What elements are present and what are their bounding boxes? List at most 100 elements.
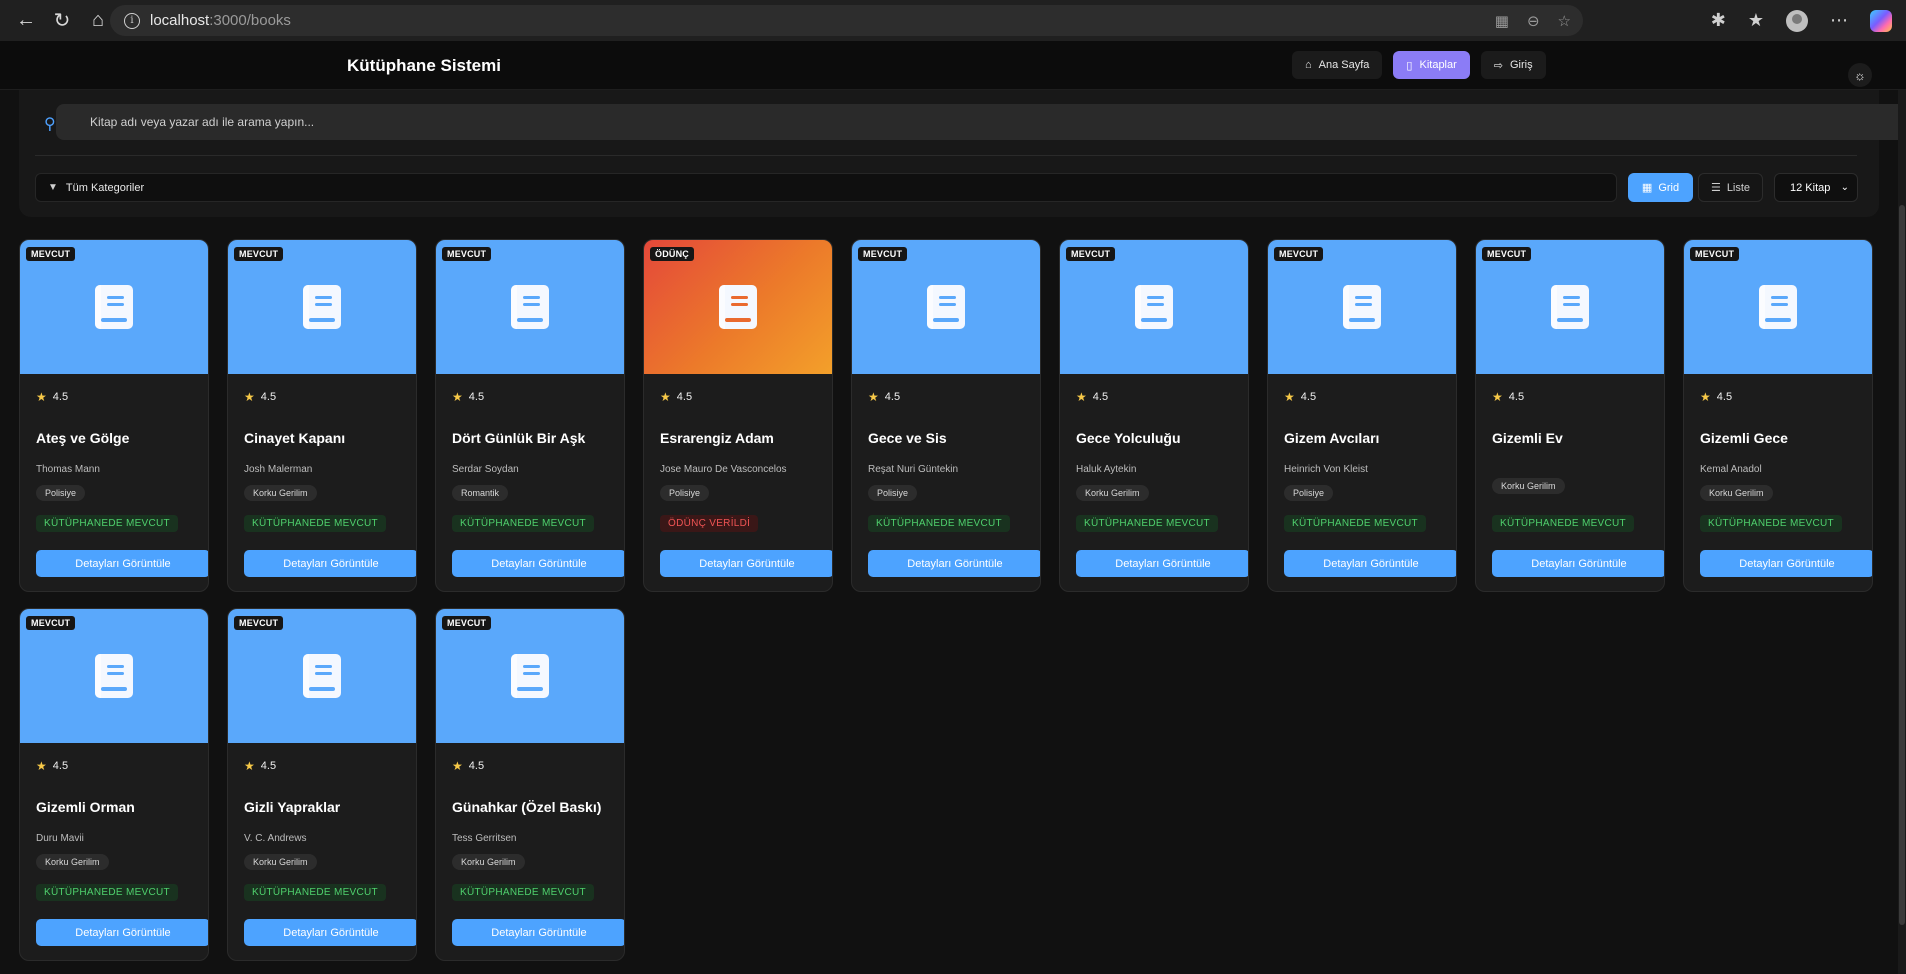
book-icon bbox=[95, 654, 133, 698]
grid-view-button[interactable]: ▦ Grid bbox=[1628, 173, 1693, 202]
view-details-button[interactable]: Detayları Görüntüle bbox=[36, 919, 208, 946]
card-body: ★ 4.5 Gizemli Gece Kemal Anadol Korku Gerili… bbox=[1684, 374, 1872, 591]
genre-tag: Korku Gerilim bbox=[1076, 485, 1149, 501]
profile-avatar[interactable] bbox=[1786, 9, 1808, 32]
view-details-button[interactable]: Detayları Görüntüle bbox=[1076, 550, 1248, 577]
book-author: V. C. Andrews bbox=[244, 833, 307, 844]
view-details-button[interactable]: Detayları Görüntüle bbox=[452, 919, 624, 946]
book-author: Kemal Anadol bbox=[1700, 464, 1762, 475]
status-badge: KÜTÜPHANEDE MEVCUT bbox=[868, 515, 1010, 532]
book-icon: ▯ bbox=[1406, 59, 1413, 72]
genre-tag: Korku Gerilim bbox=[1700, 485, 1773, 501]
app-available-icon[interactable]: ▦ bbox=[1495, 12, 1509, 30]
rating: ★ 4.5 bbox=[868, 390, 1024, 404]
brand-title[interactable]: Kütüphane Sistemi bbox=[347, 56, 501, 76]
view-details-button[interactable]: Detayları Görüntüle bbox=[452, 550, 624, 577]
nav-login-label: Giriş bbox=[1510, 59, 1533, 71]
app-header: Kütüphane Sistemi ⌂ Ana Sayfa ▯ Kitaplar… bbox=[0, 41, 1906, 90]
rating: ★ 4.5 bbox=[1700, 390, 1856, 404]
status-badge: KÜTÜPHANEDE MEVCUT bbox=[1076, 515, 1218, 532]
rating-value: 4.5 bbox=[1300, 391, 1317, 403]
view-details-button[interactable]: Detayları Görüntüle bbox=[1492, 550, 1664, 577]
rating: ★ 4.5 bbox=[1492, 390, 1648, 404]
view-details-button[interactable]: Detayları Görüntüle bbox=[244, 550, 416, 577]
book-icon bbox=[927, 285, 965, 329]
genre-tag: Polisiye bbox=[868, 485, 918, 501]
book-cover: MEVCUT bbox=[436, 609, 624, 743]
book-icon bbox=[511, 285, 549, 329]
book-card[interactable]: MEVCUT ★ 4.5 Gizemli Gece Kemal Anadol Korku … bbox=[1683, 239, 1873, 592]
back-icon[interactable]: ← bbox=[8, 3, 44, 39]
status-badge: ÖDÜNÇ VERİLDİ bbox=[660, 515, 759, 532]
search-icon: ⚲ bbox=[44, 116, 56, 133]
availability-badge: MEVCUT bbox=[1066, 247, 1116, 261]
address-bar[interactable]: i localhost:3000/books ▦ ⊖ ☆ bbox=[110, 5, 1583, 36]
availability-badge: MEVCUT bbox=[26, 247, 76, 261]
book-card[interactable]: MEVCUT ★ 4.5 Gizli Yapraklar V. C. Andrews Ko… bbox=[227, 608, 417, 961]
favorite-star-icon[interactable]: ☆ bbox=[1558, 12, 1571, 30]
view-details-button[interactable]: Detayları Görüntüle bbox=[244, 919, 416, 946]
book-cover: MEVCUT bbox=[20, 609, 208, 743]
copilot-icon[interactable] bbox=[1870, 9, 1892, 32]
book-icon bbox=[719, 285, 757, 329]
search-input[interactable]: Kitap adı veya yazar adı ile arama yapın… bbox=[56, 104, 1906, 140]
card-body: ★ 4.5 Ateş ve Gölge Thomas Mann Polisiye KÜTÜ… bbox=[20, 374, 208, 591]
list-view-button[interactable]: ☰ Liste bbox=[1698, 173, 1763, 202]
zoom-icon[interactable]: ⊖ bbox=[1527, 12, 1540, 30]
book-card[interactable]: MEVCUT ★ 4.5 Gizem Avcıları Heinrich Von Kle… bbox=[1267, 239, 1457, 592]
book-cover: MEVCUT bbox=[228, 609, 416, 743]
genre-tag: Korku Gerilim bbox=[244, 485, 317, 501]
book-card[interactable]: ÖDÜNÇ ★ 4.5 Esrarengiz Adam Jose Mauro De Va… bbox=[643, 239, 833, 592]
more-icon[interactable]: ⋯ bbox=[1830, 10, 1848, 31]
book-icon bbox=[95, 285, 133, 329]
main-nav: ⌂ Ana Sayfa ▯ Kitaplar ⇨ Giriş bbox=[1292, 51, 1546, 79]
book-card[interactable]: MEVCUT ★ 4.5 Gece ve Sis Reşat Nuri Güntekin… bbox=[851, 239, 1041, 592]
status-badge: KÜTÜPHANEDE MEVCUT bbox=[244, 884, 386, 901]
count-select[interactable]: 12 Kitap ⌄ bbox=[1774, 173, 1858, 202]
favorites-icon[interactable]: ★ bbox=[1748, 10, 1764, 31]
view-details-button[interactable]: Detayları Görüntüle bbox=[868, 550, 1040, 577]
view-details-button[interactable]: Detayları Görüntüle bbox=[660, 550, 832, 577]
view-details-button[interactable]: Detayları Görüntüle bbox=[1284, 550, 1456, 577]
book-card[interactable]: MEVCUT ★ 4.5 Dört Günlük Bir Aşk Serdar Soyd… bbox=[435, 239, 625, 592]
book-card[interactable]: MEVCUT ★ 4.5 Cinayet Kapanı Josh Malerman Kor… bbox=[227, 239, 417, 592]
book-card[interactable]: MEVCUT ★ 4.5 Gece Yolculuğu Haluk Aytekin Kor… bbox=[1059, 239, 1249, 592]
star-icon: ★ bbox=[1076, 390, 1087, 404]
scrollbar-thumb[interactable] bbox=[1899, 205, 1905, 925]
star-icon: ★ bbox=[1284, 390, 1295, 404]
list-icon: ☰ bbox=[1710, 182, 1721, 194]
book-card[interactable]: MEVCUT ★ 4.5 Günahkar (Özel Baskı) Tess Gerr… bbox=[435, 608, 625, 961]
card-body: ★ 4.5 Dört Günlük Bir Aşk Serdar Soydan Roma… bbox=[436, 374, 624, 591]
card-body: ★ 4.5 Cinayet Kapanı Josh Malerman Korku Ger… bbox=[228, 374, 416, 591]
book-card[interactable]: MEVCUT ★ 4.5 Gizemli Ev Korku Gerilim KÜTÜPHA… bbox=[1475, 239, 1665, 592]
theme-toggle-sun-icon[interactable]: ☼ bbox=[1848, 63, 1872, 87]
category-select[interactable]: ▼ Tüm Kategoriler bbox=[35, 173, 1617, 202]
nav-books-label: Kitaplar bbox=[1419, 59, 1457, 71]
extensions-icon[interactable]: ✱ bbox=[1711, 10, 1726, 31]
nav-books[interactable]: ▯ Kitaplar bbox=[1393, 51, 1470, 79]
book-icon bbox=[511, 654, 549, 698]
book-title: Gizemli Ev bbox=[1492, 430, 1563, 446]
book-title: Esrarengiz Adam bbox=[660, 430, 774, 446]
view-details-button[interactable]: Detayları Görüntüle bbox=[1700, 550, 1872, 577]
book-icon bbox=[1759, 285, 1797, 329]
rating-value: 4.5 bbox=[260, 391, 277, 403]
home-icon: ⌂ bbox=[1305, 59, 1312, 71]
status-badge: KÜTÜPHANEDE MEVCUT bbox=[1700, 515, 1842, 532]
rating-value: 4.5 bbox=[1092, 391, 1109, 403]
rating: ★ 4.5 bbox=[244, 759, 400, 773]
nav-login[interactable]: ⇨ Giriş bbox=[1480, 51, 1546, 79]
star-icon: ★ bbox=[452, 390, 463, 404]
scrollbar[interactable] bbox=[1898, 90, 1906, 974]
book-card[interactable]: MEVCUT ★ 4.5 Gizemli Orman Duru Mavii Korku G… bbox=[19, 608, 209, 961]
site-info-icon[interactable]: i bbox=[124, 12, 140, 29]
availability-badge: MEVCUT bbox=[858, 247, 908, 261]
nav-home[interactable]: ⌂ Ana Sayfa bbox=[1292, 51, 1383, 79]
book-author: Duru Mavii bbox=[36, 833, 84, 844]
reload-icon[interactable]: ↻ bbox=[44, 3, 80, 39]
book-icon bbox=[303, 285, 341, 329]
view-details-button[interactable]: Detayları Görüntüle bbox=[36, 550, 208, 577]
rating-value: 4.5 bbox=[1508, 391, 1525, 403]
star-icon: ★ bbox=[1700, 390, 1711, 404]
book-card[interactable]: MEVCUT ★ 4.5 Ateş ve Gölge Thomas Mann Polisi… bbox=[19, 239, 209, 592]
